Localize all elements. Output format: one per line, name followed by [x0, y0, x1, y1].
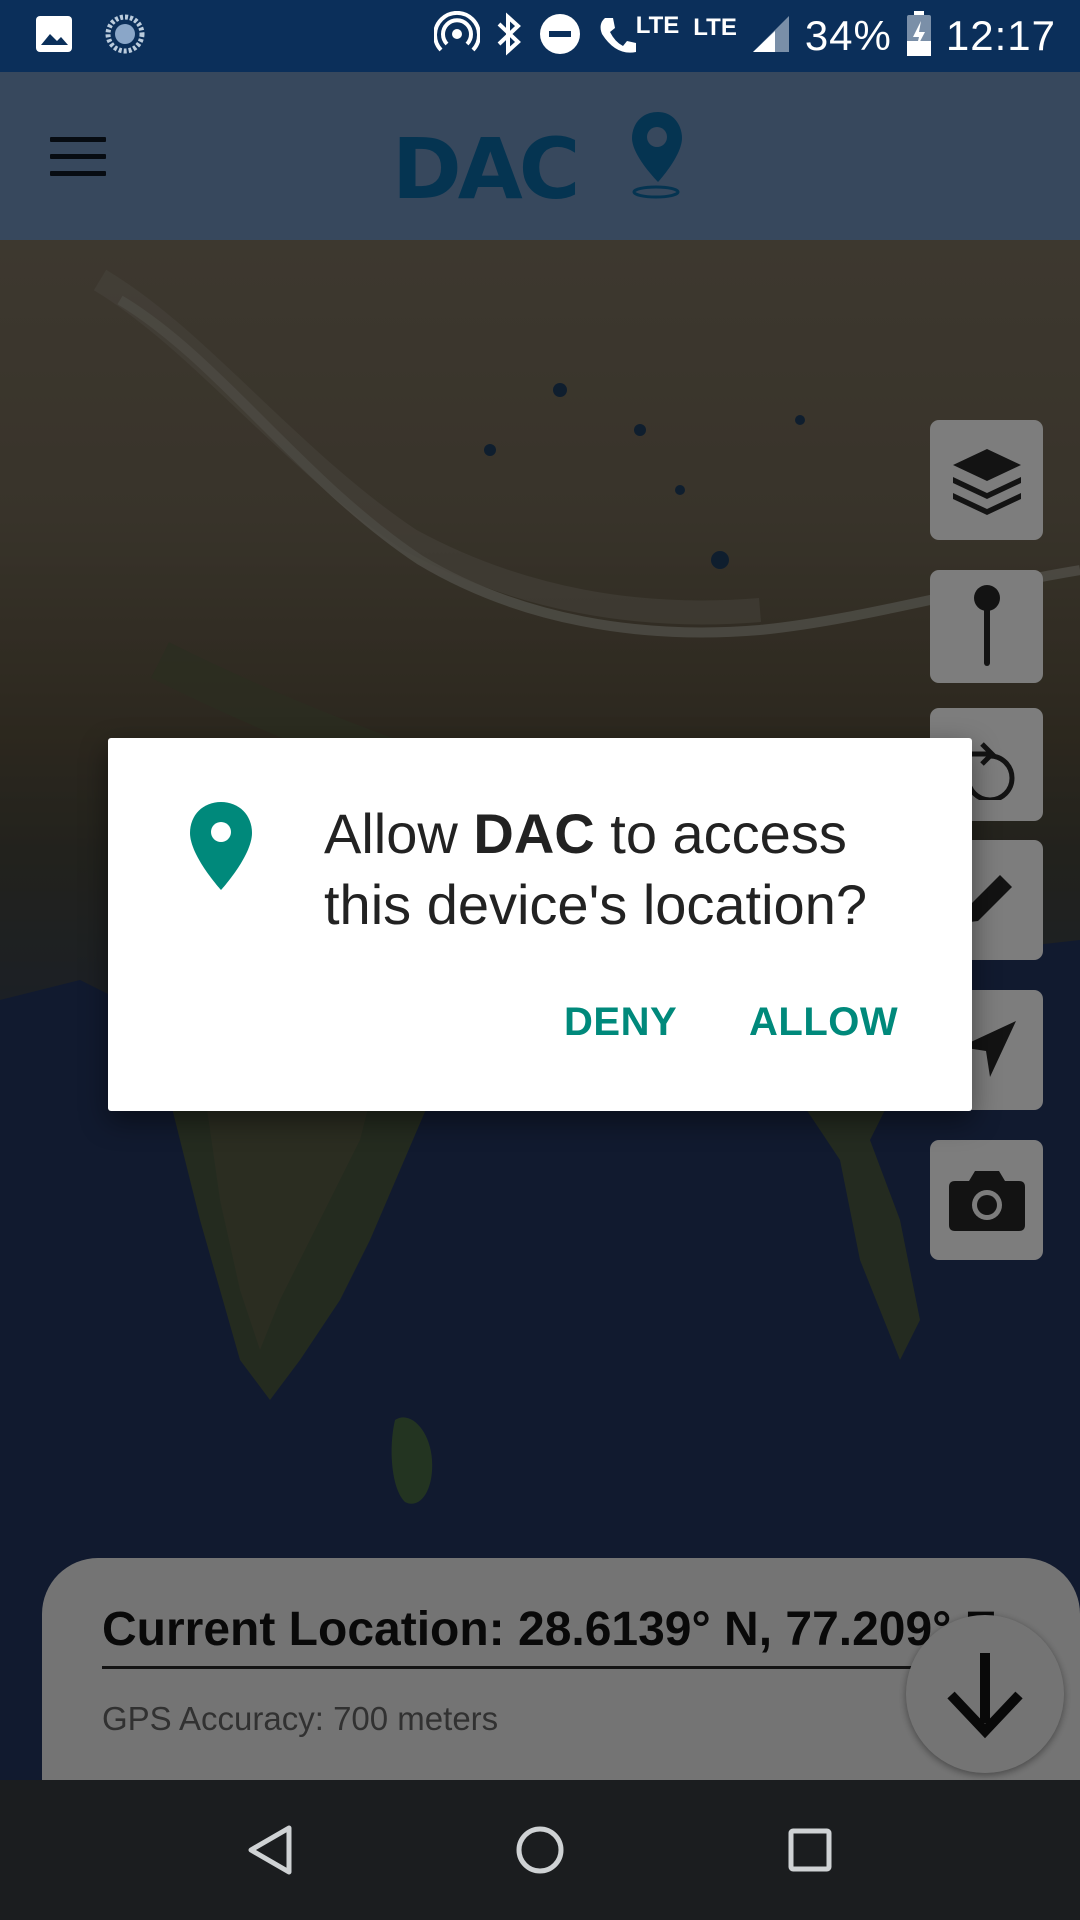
lte-label-2: LTE	[693, 14, 737, 41]
dialog-app-name: DAC	[473, 802, 595, 865]
allow-button[interactable]: ALLOW	[749, 1000, 898, 1045]
home-icon	[516, 1826, 564, 1874]
bluetooth-icon	[494, 11, 524, 62]
status-bar: LTE LTE 34% 12:17	[0, 0, 1080, 72]
recents-icon	[788, 1828, 832, 1872]
navigation-bar	[0, 1780, 1080, 1920]
signal-icon	[751, 14, 791, 59]
volte-call-icon: LTE	[596, 12, 680, 58]
sync-notification-icon	[104, 13, 146, 60]
location-pin-icon	[190, 802, 252, 890]
back-button[interactable]	[240, 1820, 300, 1880]
dialog-title-prefix: Allow	[324, 802, 474, 865]
location-permission-dialog: Allow DAC to access this device's locati…	[108, 738, 972, 1111]
home-button[interactable]	[510, 1820, 570, 1880]
do-not-disturb-icon	[538, 12, 582, 61]
deny-button[interactable]: DENY	[564, 1000, 677, 1045]
clock: 12:17	[945, 12, 1056, 59]
hotspot-icon	[432, 10, 481, 62]
back-icon	[248, 1825, 292, 1875]
dialog-title: Allow DAC to access this device's locati…	[324, 798, 944, 940]
recents-button[interactable]	[780, 1820, 840, 1880]
battery-charging-icon	[906, 10, 932, 62]
gallery-notification-icon	[34, 14, 74, 59]
lte-label: LTE	[635, 12, 680, 39]
battery-percent: 34%	[804, 12, 892, 59]
